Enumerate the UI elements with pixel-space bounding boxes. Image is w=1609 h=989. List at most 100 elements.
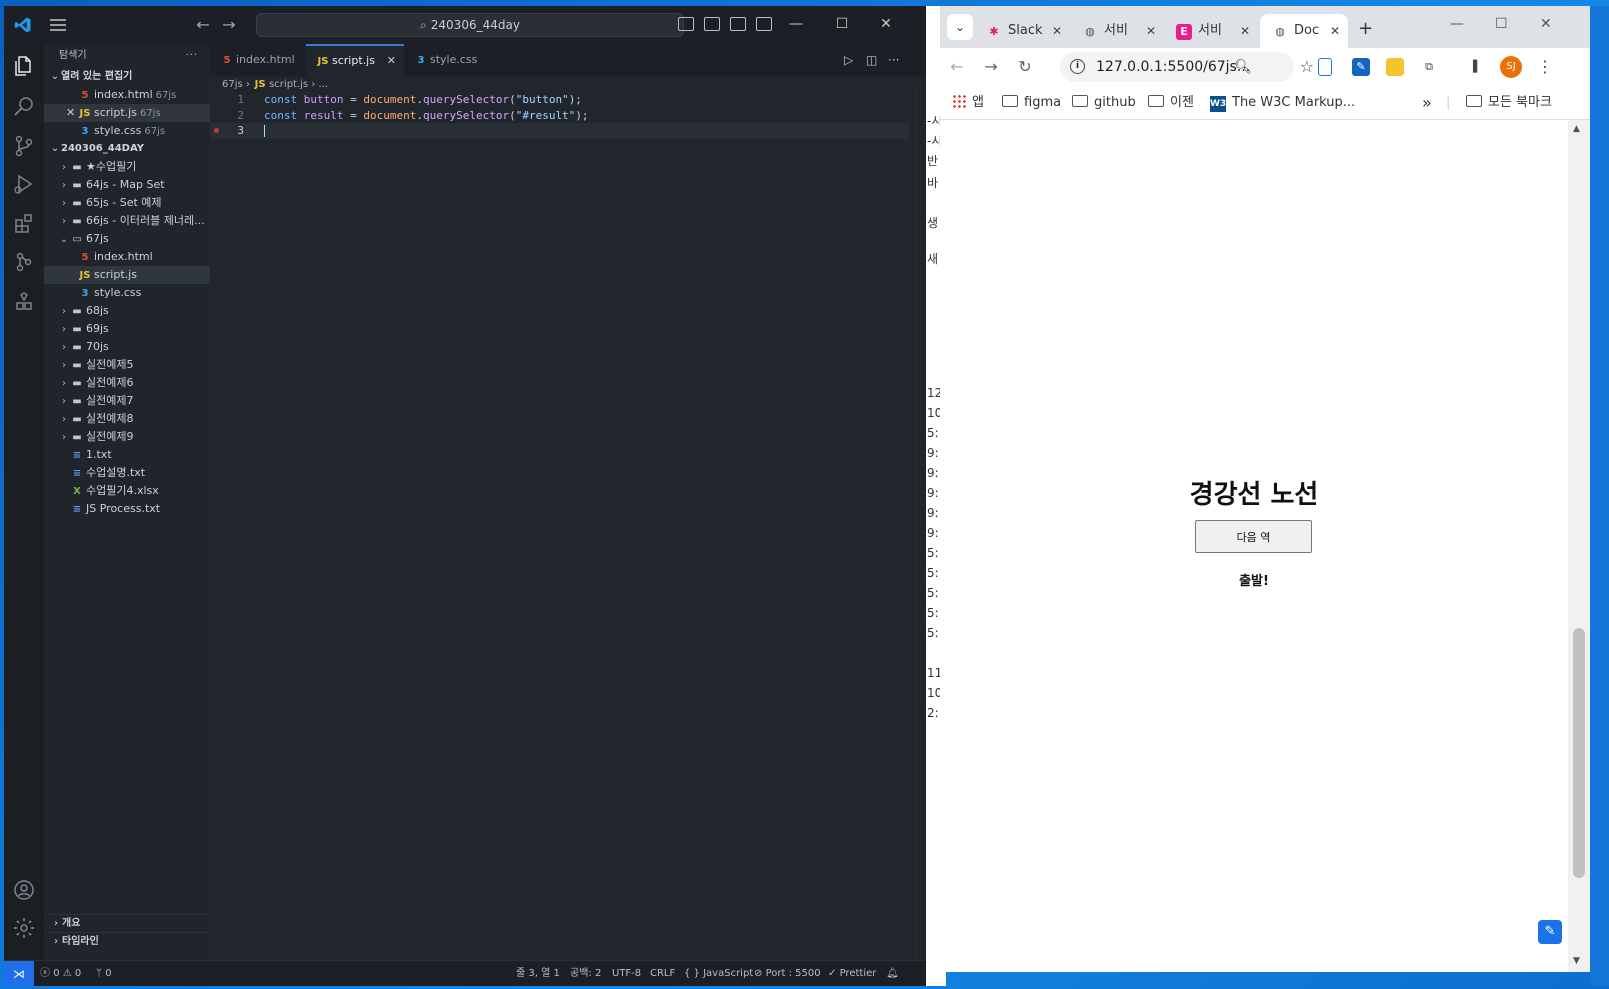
code-line[interactable]: 2 const result = document.querySelector("… — [210, 108, 910, 124]
more-actions-icon[interactable]: ··· — [888, 53, 899, 67]
address-bar[interactable]: i 127.0.0.1:5500/67js... 🔍︎ ☆ — [1060, 52, 1314, 82]
maximize-icon[interactable]: ☐ — [830, 14, 854, 34]
tree-item[interactable]: ⌄ ▭ 67js — [44, 230, 210, 248]
reload-icon[interactable]: ↻ — [1014, 56, 1036, 78]
close-tab-icon[interactable]: ✕ — [387, 46, 396, 76]
open-editor-item[interactable]: ✕ JS script.js 67js — [44, 104, 210, 122]
extensions-puzzle-icon[interactable]: ⧉ — [1420, 58, 1438, 76]
forward-arrow-icon[interactable]: → — [980, 56, 1002, 78]
problems-indicator[interactable]: ⓧ 0 ⚠ 0 — [40, 961, 81, 986]
run-icon[interactable]: ▷ — [844, 53, 853, 67]
git-graph-icon[interactable] — [12, 250, 36, 274]
customize-layout-icon[interactable] — [756, 17, 772, 31]
minimize-icon[interactable]: — — [784, 14, 808, 34]
bookmark-folder[interactable]: github — [1072, 86, 1136, 120]
tree-item[interactable]: › ▬ 실전예제9 — [44, 428, 210, 446]
tab-search-chevron-icon[interactable]: ⌄ — [947, 14, 973, 40]
tree-item[interactable]: › ▬ ★수업필기 — [44, 158, 210, 176]
editor-scrollbar[interactable] — [916, 92, 926, 960]
minimize-icon[interactable]: — — [1450, 16, 1464, 32]
back-arrow-icon[interactable]: ← — [194, 16, 212, 34]
zoom-icon[interactable]: 🔍︎ — [1234, 52, 1252, 82]
page-scrollbar[interactable]: ▲ ▼ — [1568, 120, 1590, 972]
tree-item[interactable]: X 수업필기4.xlsx — [44, 482, 210, 500]
tree-item[interactable]: › ▬ 70js — [44, 338, 210, 356]
bookmark-star-icon[interactable]: ☆ — [1300, 52, 1314, 82]
tree-item[interactable]: ≡ JS Process.txt — [44, 500, 210, 518]
forward-arrow-icon[interactable]: → — [220, 16, 238, 34]
tree-item[interactable]: › ▬ 68js — [44, 302, 210, 320]
extension-clipboard-icon[interactable] — [1318, 58, 1332, 76]
workspace-section[interactable]: ⌄ 240306_44DAY — [44, 140, 210, 158]
browser-tab[interactable]: ✱ Slack ✕ — [974, 14, 1070, 48]
code-line[interactable]: 1 const button = document.querySelector("… — [210, 92, 910, 108]
code-editor[interactable]: 1 const button = document.querySelector("… — [210, 92, 910, 139]
bookmark-folder[interactable]: figma — [1002, 86, 1061, 120]
close-editor-icon[interactable]: ✕ — [66, 104, 75, 122]
explorer-icon[interactable] — [12, 54, 36, 78]
search-icon[interactable] — [12, 94, 36, 118]
code-line-current[interactable]: 3 — [210, 123, 910, 139]
bookmark-apps[interactable]: 앱 — [952, 86, 984, 120]
scrollbar-thumb[interactable] — [1573, 628, 1585, 878]
more-actions-icon[interactable]: ··· — [185, 44, 198, 68]
tree-item[interactable]: JS script.js — [44, 266, 210, 284]
source-control-icon[interactable] — [12, 134, 36, 158]
breadcrumb-symbol[interactable]: ... — [319, 79, 329, 90]
tab-style-css[interactable]: 3 style.css — [404, 44, 500, 76]
ports-indicator[interactable]: ᛘ 0 — [96, 961, 112, 986]
close-tab-icon[interactable]: ✕ — [1330, 14, 1340, 48]
breadcrumb-folder[interactable]: 67js — [222, 79, 243, 90]
remote-indicator-icon[interactable]: ⋊ — [4, 961, 34, 986]
next-station-button[interactable]: 다음 역 — [1195, 520, 1312, 553]
live-server-port[interactable]: ⊘ Port : 5500 — [754, 961, 821, 986]
line-ending[interactable]: CRLF — [650, 961, 675, 986]
timeline-section[interactable]: › 타임라인 — [44, 932, 210, 950]
more-bookmarks-chevron-icon[interactable]: » — [1422, 86, 1432, 120]
scroll-down-arrow-icon[interactable]: ▼ — [1573, 956, 1580, 966]
browser-tab-active[interactable]: ◍ Doc ✕ — [1260, 14, 1348, 48]
tree-item[interactable]: ≡ 수업설명.txt — [44, 464, 210, 482]
extension-image-icon[interactable] — [1386, 58, 1404, 76]
side-panel-icon[interactable]: ▐ — [1464, 58, 1482, 76]
tree-item[interactable]: › ▬ 65js - Set 예제 — [44, 194, 210, 212]
toggle-panel-icon[interactable] — [704, 17, 720, 31]
extension-pen-icon[interactable]: ✎ — [1352, 58, 1370, 76]
browser-tab[interactable]: ◍ 서비 ✕ — [1070, 14, 1164, 48]
indentation[interactable]: 공백: 2 — [570, 961, 601, 986]
tree-item[interactable]: › ▬ 실전예제5 — [44, 356, 210, 374]
close-window-icon[interactable]: ✕ — [874, 14, 898, 34]
all-bookmarks[interactable]: 모든 북마크 — [1466, 86, 1552, 120]
outline-section[interactable]: › 개요 — [44, 914, 210, 932]
tree-item[interactable]: › ▬ 69js — [44, 320, 210, 338]
tree-item[interactable]: 5 index.html — [44, 248, 210, 266]
toggle-secondary-sidebar-icon[interactable] — [730, 17, 746, 31]
notifications-bell-icon[interactable]: 🔔︎ — [886, 961, 899, 986]
hamburger-menu-icon[interactable] — [48, 16, 68, 34]
bookmark-folder[interactable]: 이젠 — [1148, 86, 1194, 120]
bookmark-w3c[interactable]: W3 The W3C Markup... — [1210, 86, 1355, 120]
toggle-primary-sidebar-icon[interactable] — [678, 17, 694, 31]
new-tab-plus-icon[interactable]: + — [1358, 18, 1373, 39]
extensions-icon[interactable] — [12, 212, 36, 236]
tree-item[interactable]: 3 style.css — [44, 284, 210, 302]
open-editor-item[interactable]: 3 style.css 67js — [44, 122, 210, 140]
language-mode[interactable]: { } JavaScript — [684, 961, 753, 986]
remote-explorer-icon[interactable] — [12, 290, 36, 314]
cursor-position[interactable]: 줄 3, 열 1 — [516, 961, 560, 986]
tree-item[interactable]: › ▬ 66js - 이터러블 제너레... — [44, 212, 210, 230]
tab-script-js[interactable]: JS script.js ✕ — [306, 44, 404, 76]
back-arrow-icon[interactable]: ← — [946, 56, 968, 78]
encoding[interactable]: UTF-8 — [612, 961, 641, 986]
tree-item[interactable]: ≡ 1.txt — [44, 446, 210, 464]
scroll-up-arrow-icon[interactable]: ▲ — [1573, 124, 1580, 134]
breadcrumb-file[interactable]: script.js — [269, 79, 308, 90]
prettier-status[interactable]: ✓ Prettier — [828, 961, 876, 986]
browser-tab[interactable]: E 서비 ✕ — [1164, 14, 1258, 48]
split-editor-icon[interactable]: ◫ — [866, 53, 877, 67]
maximize-icon[interactable]: ☐ — [1495, 16, 1508, 32]
profile-avatar[interactable]: SJ — [1500, 56, 1522, 78]
open-editors-section[interactable]: ⌄ 열려 있는 편집기 — [44, 68, 210, 86]
account-icon[interactable] — [12, 878, 36, 902]
command-center-search[interactable]: ⌕ 240306_44day — [256, 13, 684, 37]
